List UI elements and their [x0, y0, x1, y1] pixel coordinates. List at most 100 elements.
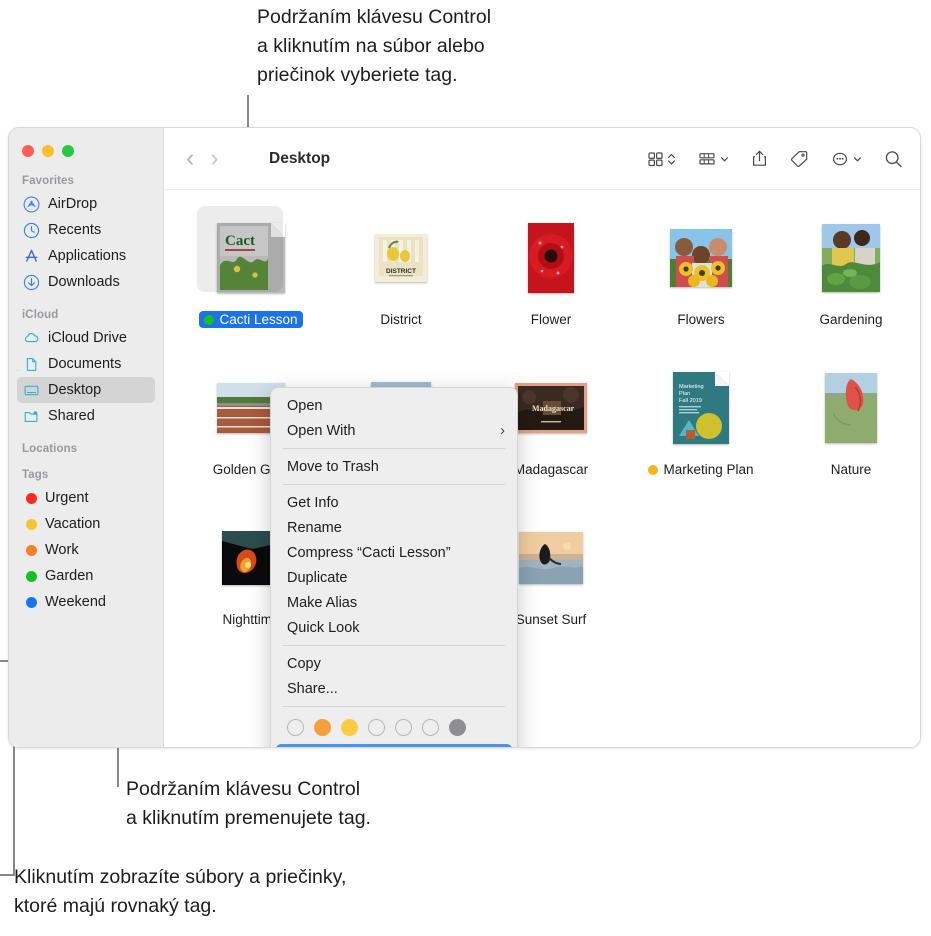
traffic-lights: [9, 139, 163, 157]
tag-swatch-no-tag[interactable]: [287, 719, 304, 736]
file-item[interactable]: Gardening: [776, 206, 920, 356]
file-label[interactable]: District: [375, 311, 426, 328]
sidebar-item-recents[interactable]: Recents: [17, 217, 155, 243]
sidebar-item-airdrop[interactable]: AirDrop: [17, 191, 155, 217]
back-button[interactable]: ‹: [186, 146, 194, 171]
file-item[interactable]: Flowers: [626, 206, 776, 356]
chevron-down-icon: [721, 156, 728, 161]
tag-swatch-green[interactable]: [368, 719, 385, 736]
icon-view-button[interactable]: [647, 150, 676, 167]
airdrop-icon: [23, 196, 40, 213]
sidebar-item-documents[interactable]: Documents: [17, 351, 155, 377]
menu-item-copy[interactable]: Copy: [271, 651, 517, 676]
chevron-right-icon: ›: [500, 422, 505, 439]
toolbar: ‹ › Desktop: [164, 128, 920, 190]
file-name: Flower: [530, 312, 572, 327]
chevron-updown-icon: [668, 153, 675, 164]
menu-item-make-alias[interactable]: Make Alias: [271, 590, 517, 615]
sidebar-item-label: Applications: [48, 248, 127, 264]
close-button[interactable]: [22, 145, 34, 157]
more-actions-button[interactable]: [831, 150, 862, 167]
thumbnail: [519, 512, 583, 604]
file-label[interactable]: Flowers: [672, 311, 729, 328]
file-item[interactable]: Marketing Plan Fall 2019 Marketing Plan: [626, 356, 776, 506]
menu-item-label: Compress “Cacti Lesson”: [287, 544, 451, 561]
sidebar-item-label: Desktop: [48, 382, 102, 398]
file-item[interactable]: Nature: [776, 356, 920, 506]
menu-item-label: Duplicate: [287, 569, 348, 586]
tag-dot-icon: [26, 570, 37, 582]
sidebar-item-tag-vacation[interactable]: Vacation: [17, 511, 155, 537]
sidebar-group-locations-title: Locations: [22, 443, 78, 455]
menu-item-share[interactable]: Share...: [271, 676, 517, 701]
menu-item-open[interactable]: Open: [271, 393, 517, 418]
file-label[interactable]: Marketing Plan: [643, 461, 758, 478]
thumbnail: Madagascar: [515, 362, 587, 454]
tags-button[interactable]: [790, 150, 809, 168]
file-label[interactable]: Sunset Surf: [511, 611, 592, 628]
search-icon: [885, 150, 902, 167]
file-label[interactable]: Nature: [826, 461, 877, 478]
menu-separator: [283, 484, 505, 485]
tag-swatch-yellow[interactable]: [341, 719, 358, 736]
downloads-icon: [23, 274, 40, 291]
icon-view-icon: [648, 151, 663, 166]
tag-dot-icon: [26, 518, 37, 530]
group-by-button[interactable]: [698, 150, 729, 167]
menu-separator: [283, 448, 505, 449]
sidebar-item-downloads[interactable]: Downloads: [17, 269, 155, 295]
sidebar-item-shared[interactable]: Shared: [17, 403, 155, 429]
maximize-button[interactable]: [62, 145, 74, 157]
page-title: Desktop: [269, 149, 331, 167]
menu-item-quick-look[interactable]: Quick Look: [271, 615, 517, 640]
sidebar-item-label: Garden: [45, 568, 94, 584]
file-label[interactable]: Flower: [526, 311, 577, 328]
menu-item-open-with[interactable]: Open With ›: [271, 418, 517, 443]
sidebar-item-applications[interactable]: Applications: [17, 243, 155, 269]
tag-swatch-purple[interactable]: [422, 719, 439, 736]
sidebar-item-tag-work[interactable]: Work: [17, 537, 155, 563]
menu-item-get-info[interactable]: Get Info: [271, 490, 517, 515]
file-label[interactable]: Cacti Lesson: [199, 311, 303, 328]
minimize-button[interactable]: [42, 145, 54, 157]
tag-dot-icon: [26, 544, 37, 556]
menu-item-rename[interactable]: Rename: [271, 515, 517, 540]
sidebar-item-tag-weekend[interactable]: Weekend: [17, 589, 155, 615]
file-name: District: [380, 312, 422, 327]
sidebar-item-label: Weekend: [45, 594, 106, 610]
file-name: Flowers: [677, 312, 725, 327]
tag-swatch-blue[interactable]: [395, 719, 412, 736]
sidebar-item-icloud-drive[interactable]: iCloud Drive: [17, 325, 155, 351]
file-name: Nature: [830, 462, 872, 477]
file-item[interactable]: DISTRICT District: [326, 206, 476, 356]
menu-item-compress[interactable]: Compress “Cacti Lesson”: [271, 540, 517, 565]
menu-item-move-to-trash[interactable]: Move to Trash: [271, 454, 517, 479]
flowers-thumbnail-icon: [670, 229, 732, 287]
thumbnail: DISTRICT: [375, 212, 427, 304]
menu-item-label: Quick Look: [287, 619, 360, 636]
context-menu[interactable]: Open Open With › Move to Trash Get Info …: [270, 387, 518, 747]
sidebar-item-tag-urgent[interactable]: Urgent: [17, 485, 155, 511]
svg-text:DISTRICT: DISTRICT: [386, 268, 416, 275]
file-label[interactable]: Madagascar: [509, 461, 593, 478]
file-name: Gardening: [819, 312, 883, 327]
district-thumbnail-icon: DISTRICT: [375, 234, 427, 282]
search-button[interactable]: [884, 149, 903, 168]
file-label[interactable]: Gardening: [814, 311, 887, 328]
menu-item-duplicate[interactable]: Duplicate: [271, 565, 517, 590]
sidebar-item-desktop[interactable]: Desktop: [17, 377, 155, 403]
share-button[interactable]: [751, 150, 768, 168]
file-name: Sunset Surf: [515, 612, 587, 627]
sidebar-item-label: Recents: [48, 222, 102, 238]
file-name: Marketing Plan: [663, 462, 754, 477]
svg-text:Fall 2019: Fall 2019: [679, 398, 702, 404]
file-item[interactable]: Flower: [476, 206, 626, 356]
tag-swatch-orange[interactable]: [314, 719, 331, 736]
sidebar-group-icloud-title: iCloud: [22, 309, 59, 321]
tag-swatch-gray[interactable]: [449, 719, 466, 736]
desktop-icon: [23, 382, 40, 399]
selection-highlight: [197, 206, 283, 292]
sidebar-item-tag-garden[interactable]: Garden: [17, 563, 155, 589]
menu-item-tags[interactable]: Tags...: [276, 744, 512, 747]
forward-button[interactable]: ›: [210, 146, 218, 171]
